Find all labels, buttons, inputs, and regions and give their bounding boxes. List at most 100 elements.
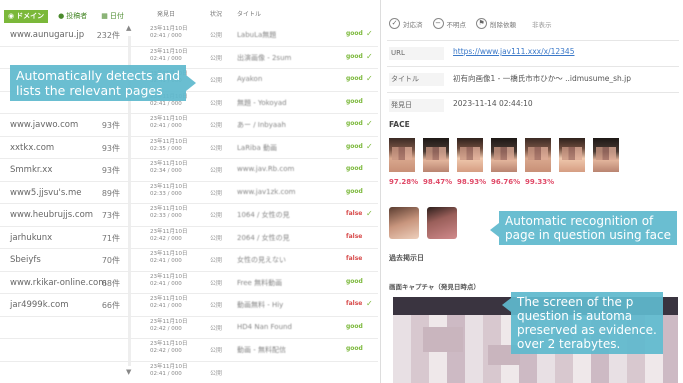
request-delete-button[interactable]: ⚑ 削除依頼 — [476, 18, 516, 29]
title-cell: www.jav1zk.com — [237, 187, 296, 196]
check-circle-icon: ✓ — [389, 18, 400, 29]
check-icon: ✓ — [366, 209, 373, 218]
url-field: URL https://www.jav111.xxx/x/12345 — [387, 40, 679, 61]
column-tag: 状況 — [210, 11, 223, 18]
match-percent: 99.33% — [525, 178, 555, 186]
date-cell: 23年11月10日02:41 / 000 — [150, 26, 188, 39]
table-row[interactable]: jarhukunx 71件 公開 2064 / 女性の見 23年11月10日 02:42 … — [0, 227, 378, 249]
date-cell: 23年11月10日02:41 / 000 — [150, 116, 188, 129]
title-cell: LaRiba 動画 — [237, 143, 277, 152]
flag-circle-icon: ⚑ — [476, 18, 487, 29]
face-match-percentages: 97.28% 98.47% 98.93% 96.76% 99.33% — [389, 178, 555, 186]
column-title: タイトル — [237, 11, 262, 18]
tag-cell: 公開 — [210, 54, 223, 62]
check-icon: ✓ — [366, 29, 373, 38]
domain-cell: www5.jjsvu's.me — [10, 187, 82, 198]
title-cell: 1064 / 女性の見 — [237, 211, 290, 219]
match-percent: 98.47% — [423, 178, 453, 186]
table-row[interactable]: www.heubrujjs.com 73件 公開 1064 / 女性の見 23年11月1… — [0, 204, 378, 227]
check-icon: ✓ — [366, 141, 373, 151]
date-cell: 23年11月10日02:41 / 000 — [150, 251, 188, 264]
date-cell: 23年11月10日 02:42 / 000 — [150, 341, 188, 354]
title-cell: あー / Inbyaah — [237, 121, 286, 129]
url-link[interactable]: https://www.jav111.xxx/x/12345 — [453, 47, 574, 56]
title-cell: 女性の見えない — [237, 256, 286, 264]
status-badge: good — [346, 345, 363, 352]
domain-cell: www.heubrujjs.com — [10, 210, 94, 220]
table-row[interactable]: 公開 23年11月10日 02:41 / 000 — [0, 362, 378, 383]
face-thumbnail[interactable] — [593, 138, 619, 172]
table-row[interactable]: Smmkr.xx 93件 公開 www.jav.Rb.com 23年11月10日 02:3… — [0, 159, 378, 182]
tag-cell: 公開 — [210, 99, 223, 107]
reference-faces — [389, 207, 457, 239]
table-row[interactable]: 公開 HD4 Nan Found 23年11月10日 02:42 / 000 good — [0, 317, 378, 339]
face-section-title: FACE — [389, 120, 410, 129]
table-row[interactable]: www.javwo.com 93件 公開 あー / Inbyaah 23年11月10日 0… — [0, 114, 378, 137]
title-cell: 動画 - 無料配信 — [237, 346, 286, 354]
tag-cell: 公開 — [210, 279, 223, 287]
domain-cell: www.aunugaru.jp — [10, 30, 85, 40]
table-row[interactable]: www5.jjsvu's.me 89件 公開 www.jav1zk.com 23年11月… — [0, 182, 378, 204]
tag-cell: 公開 — [210, 212, 223, 219]
title-cell: HD4 Nan Found — [237, 322, 292, 331]
match-percent: 96.76% — [491, 178, 521, 186]
date-cell: 23年11月10日02:41 / 000 — [150, 363, 188, 377]
feature-callout-detection: Automatically detects and lists the rele… — [10, 65, 197, 101]
tag-cell: 公開 — [210, 144, 223, 152]
status-badge: good — [346, 187, 363, 195]
table-row[interactable]: www.aunugaru.jp 232件 公開 LabuLa無題 23年11月10日 02… — [0, 24, 378, 47]
date-cell: 23年11月10日02:41 / 000 — [150, 296, 188, 309]
feature-callout-evidence: The screen of the p question is automa p… — [502, 292, 663, 354]
mark-done-button[interactable]: ✓ 対応済 — [389, 18, 423, 29]
face-thumbnail[interactable] — [491, 138, 517, 172]
domain-cell: xxtkx.com — [10, 142, 55, 153]
domain-cell: jar4999k.com — [10, 300, 69, 310]
table-row[interactable]: jar4999k.com 66件 公開 動画無料 - Hiy 23年11月10日 02:4… — [0, 294, 378, 317]
tag-cell: 公開 — [210, 189, 223, 197]
column-date: 発見日 — [157, 11, 176, 18]
status-badge: good — [346, 142, 363, 150]
title-cell: 動画無料 - Hiy — [237, 301, 284, 309]
tag-cell: 公開 — [210, 32, 223, 39]
match-percent: 98.93% — [457, 178, 487, 186]
status-badge: false — [346, 210, 363, 217]
face-thumbnail[interactable] — [525, 138, 551, 172]
count-cell: 70件 — [101, 256, 120, 265]
title-cell: www.jav.Rb.com — [237, 165, 295, 173]
date-cell: 23年11月10日 02:42 / 000 — [150, 228, 188, 242]
count-cell: 73件 — [101, 211, 120, 220]
count-cell: 66件 — [101, 301, 120, 310]
table-row[interactable]: www.rkikar-online.com 68件 公開 Free 無料動画 23年11… — [0, 272, 378, 294]
check-icon: ✓ — [366, 74, 373, 83]
count-cell: 93件 — [101, 143, 120, 153]
reference-face-thumbnail[interactable] — [389, 207, 419, 239]
tag-cell: 公開 — [210, 167, 223, 174]
past-posts-title: 過去掲示日 — [389, 254, 424, 262]
hide-button[interactable]: 非表示 — [532, 19, 552, 29]
reference-face-thumbnail[interactable] — [427, 207, 457, 239]
detail-panel: ✓ 対応済 − 不明点 ⚑ 削除依頼 非表示 URL https://www.jav1… — [380, 0, 683, 383]
tag-cell: 公開 — [210, 302, 223, 309]
status-badge: good — [346, 165, 363, 172]
capture-section-title: 画面キャプチャ（発見日時点） — [389, 283, 480, 291]
status-badge: good — [346, 120, 363, 127]
date-cell: 23年11月10日 02:34 / 000 — [150, 161, 188, 174]
unclear-button[interactable]: − 不明点 — [432, 18, 466, 29]
face-thumbnail[interactable] — [389, 138, 415, 172]
match-percent: 97.28% — [389, 178, 419, 186]
face-thumbnail[interactable] — [559, 138, 585, 172]
table-row[interactable]: Sbeiyfs 70件 公開 女性の見えない 23年11月10日 02:41 / 000 f… — [0, 249, 378, 272]
title-cell: Ayakon — [237, 75, 263, 83]
found-date-field: 発見日 2023-11-14 02:44:10 — [387, 92, 679, 113]
table-row[interactable]: xxtkx.com 93件 公開 LaRiba 動画 23年11月10日 02:35 / … — [0, 137, 378, 159]
minus-circle-icon: − — [432, 18, 444, 29]
tag-cell: 公開 — [210, 77, 223, 84]
face-thumbnail[interactable] — [423, 138, 449, 172]
table-row[interactable]: 公開 動画 - 無料配信 23年11月10日 02:42 / 000 good — [0, 339, 378, 362]
check-icon: ✓ — [366, 119, 373, 128]
tag-cell: 公開 — [210, 122, 223, 129]
date-cell: 23年11月10日02:41 / 000 — [150, 48, 188, 62]
face-thumbnail[interactable] — [457, 138, 483, 172]
tag-cell: 公開 — [210, 324, 223, 332]
date-cell: 23年11月10日02:41 / 000 — [150, 273, 188, 287]
